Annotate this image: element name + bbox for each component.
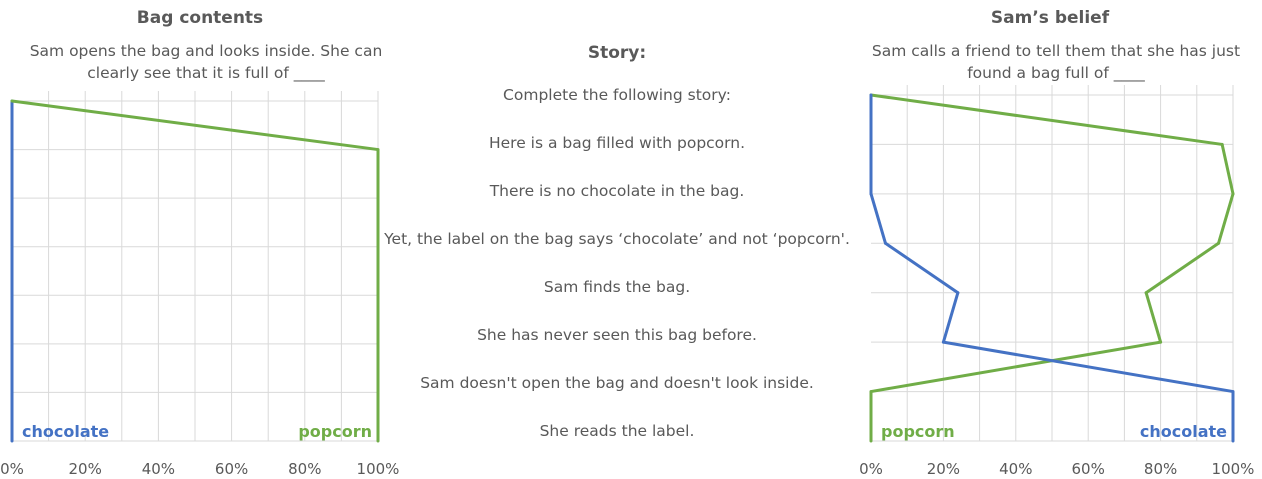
right-data-point-chocolate: [883, 241, 887, 245]
left-data-point-popcorn: [376, 196, 380, 200]
left-x-tick-label: 40%: [142, 460, 175, 478]
right-data-point-chocolate: [1231, 390, 1235, 394]
right-series-label-popcorn: popcorn: [881, 422, 955, 441]
left-data-point-popcorn: [376, 390, 380, 394]
left-x-tick-label: 60%: [215, 460, 248, 478]
left-data-point-chocolate: [10, 342, 14, 346]
left-data-point-popcorn: [376, 148, 380, 152]
left-x-tick-label: 100%: [357, 460, 400, 478]
right-data-point-chocolate: [956, 291, 960, 295]
left-data-point-chocolate: [10, 293, 14, 297]
right-data-point-chocolate: [941, 340, 945, 344]
right-x-tick-label: 20%: [927, 460, 960, 478]
right-data-point-chocolate: [869, 93, 873, 97]
right-data-point-chocolate: [869, 142, 873, 146]
right-data-point-popcorn: [1231, 192, 1235, 196]
right-x-tick-label: 100%: [1212, 460, 1255, 478]
left-series-label-chocolate: chocolate: [22, 422, 109, 441]
right-x-tick-label: 0%: [859, 460, 883, 478]
left-data-point-popcorn: [376, 439, 380, 443]
left-data-point-popcorn: [10, 99, 14, 103]
left-data-point-chocolate: [10, 245, 14, 249]
right-data-point-popcorn: [1220, 142, 1224, 146]
left-data-point-popcorn: [376, 342, 380, 346]
right-data-point-popcorn: [1159, 340, 1163, 344]
right-data-point-popcorn: [869, 439, 873, 443]
left-data-point-popcorn: [376, 245, 380, 249]
right-data-point-chocolate: [869, 192, 873, 196]
right-data-point-popcorn: [1144, 291, 1148, 295]
left-series-label-popcorn: popcorn: [298, 422, 372, 441]
right-x-tick-label: 60%: [1072, 460, 1105, 478]
left-x-tick-label: 20%: [69, 460, 102, 478]
left-data-point-chocolate: [10, 439, 14, 443]
right-data-point-popcorn: [1217, 241, 1221, 245]
left-data-point-chocolate: [10, 390, 14, 394]
left-data-point-chocolate: [10, 196, 14, 200]
right-data-point-popcorn: [869, 390, 873, 394]
left-x-tick-label: 0%: [0, 460, 24, 478]
right-data-point-chocolate: [1231, 439, 1235, 443]
left-data-point-chocolate: [10, 148, 14, 152]
left-x-tick-label: 80%: [288, 460, 321, 478]
right-series-label-chocolate: chocolate: [1140, 422, 1227, 441]
right-x-tick-label: 40%: [999, 460, 1032, 478]
left-data-point-popcorn: [376, 293, 380, 297]
charts-canvas: 0% 20% 40% 60% 80% 100% chocolate popcorn 0% 20% 4…: [0, 85, 1255, 478]
right-x-tick-label: 80%: [1144, 460, 1177, 478]
